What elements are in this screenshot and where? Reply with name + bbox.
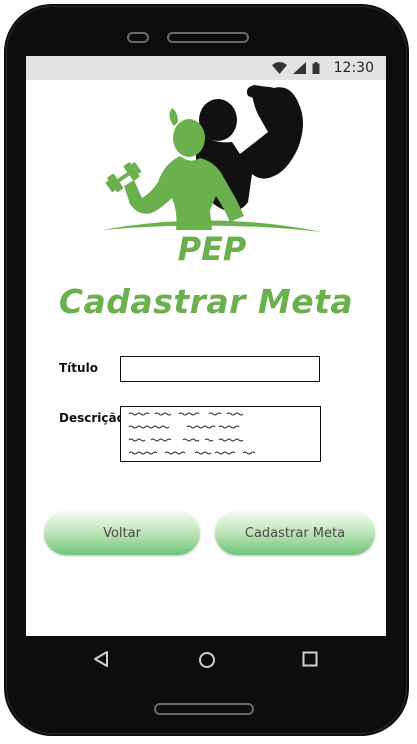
back-button[interactable]: Voltar bbox=[44, 511, 200, 555]
android-nav-bar bbox=[26, 636, 386, 690]
recents-square-icon[interactable] bbox=[302, 651, 318, 667]
pep-fitness-logo: PEP bbox=[102, 85, 322, 262]
earpiece-speaker bbox=[167, 32, 249, 43]
back-triangle-icon[interactable] bbox=[93, 651, 109, 667]
app-screen: 12:30 PEP Cadastrar Meta Título Descriçã… bbox=[26, 56, 386, 636]
status-time: 12:30 bbox=[333, 60, 374, 76]
front-camera bbox=[127, 32, 149, 43]
submit-goal-button[interactable]: Cadastrar Meta bbox=[215, 511, 375, 555]
titulo-label: Título bbox=[59, 361, 98, 375]
wifi-icon bbox=[271, 62, 287, 74]
titulo-input[interactable] bbox=[120, 356, 320, 382]
home-circle-icon[interactable] bbox=[198, 651, 216, 669]
descricao-textarea[interactable] bbox=[120, 406, 321, 462]
descricao-label: Descrição bbox=[59, 411, 125, 425]
signal-icon bbox=[292, 62, 306, 74]
battery-icon bbox=[312, 62, 320, 74]
status-bar: 12:30 bbox=[26, 56, 386, 80]
placeholder-scribble-text bbox=[128, 412, 256, 455]
page-title: Cadastrar Meta bbox=[58, 282, 354, 321]
brand-text: PEP bbox=[178, 230, 247, 262]
status-icons: 12:30 bbox=[271, 59, 374, 77]
bottom-pill-indicator bbox=[154, 703, 254, 715]
